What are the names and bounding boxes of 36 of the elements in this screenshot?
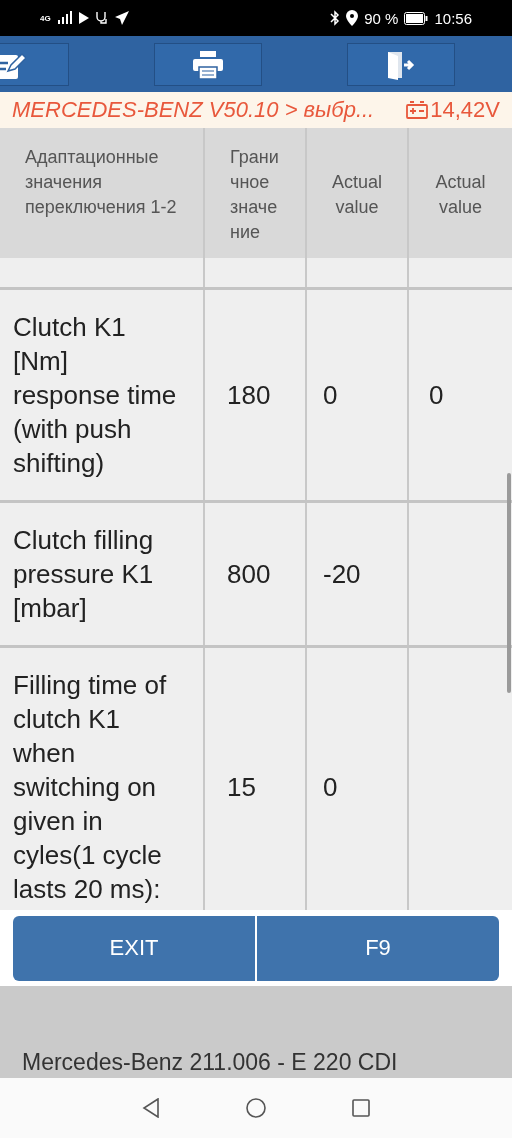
bluetooth-icon	[330, 10, 341, 26]
table-cell-text: 0	[429, 379, 444, 412]
table-cell-text: 0	[323, 379, 338, 412]
vehicle-name: Mercedes-Benz 211.006 - E 220 CDI	[22, 1049, 398, 1076]
door-exit-icon	[386, 49, 416, 80]
play-icon	[78, 12, 89, 24]
network-label: 4G	[40, 13, 51, 23]
exit-door-button[interactable]	[347, 43, 455, 86]
exit-button[interactable]: EXIT	[13, 915, 255, 981]
table-cell-text: Clutch K1 [Nm] response time (with push shifting)	[13, 311, 178, 480]
clock: 10:56	[434, 9, 472, 27]
car-battery-icon	[406, 101, 429, 119]
signal-icon	[56, 11, 73, 25]
scrollbar[interactable]	[507, 473, 511, 693]
print-button[interactable]	[154, 43, 262, 86]
home-icon[interactable]	[246, 1098, 266, 1118]
table-cell-text: 15	[227, 771, 256, 804]
battery-icon	[404, 11, 429, 25]
location-icon	[346, 10, 359, 26]
breadcrumb-title: MERCEDES-BENZ V50.10 > выбр...	[12, 97, 376, 123]
table-cell-text: 800	[227, 558, 271, 591]
stethoscope-icon	[94, 11, 109, 25]
table-cell-text: Clutch filling pressure K1 [mbar]	[13, 524, 155, 625]
voltage-reading: 14,42V	[430, 97, 500, 123]
table-cell-text: 0	[323, 771, 338, 804]
edit-button[interactable]	[0, 43, 69, 86]
table-cell-text: 180	[227, 379, 271, 412]
column-header: Actual value	[434, 171, 487, 219]
recents-icon[interactable]	[352, 1099, 370, 1117]
printer-icon	[193, 50, 223, 79]
table-cell-text: Filling time of clutch K1 when switching on given in cyles(1 cycle lasts 20 ms):	[13, 669, 168, 906]
send-icon	[114, 11, 129, 25]
battery-percent: 90 %	[364, 9, 399, 27]
table-cell-text: -20	[323, 558, 361, 591]
back-icon[interactable]	[142, 1098, 160, 1118]
function-button[interactable]: F9	[257, 915, 499, 981]
